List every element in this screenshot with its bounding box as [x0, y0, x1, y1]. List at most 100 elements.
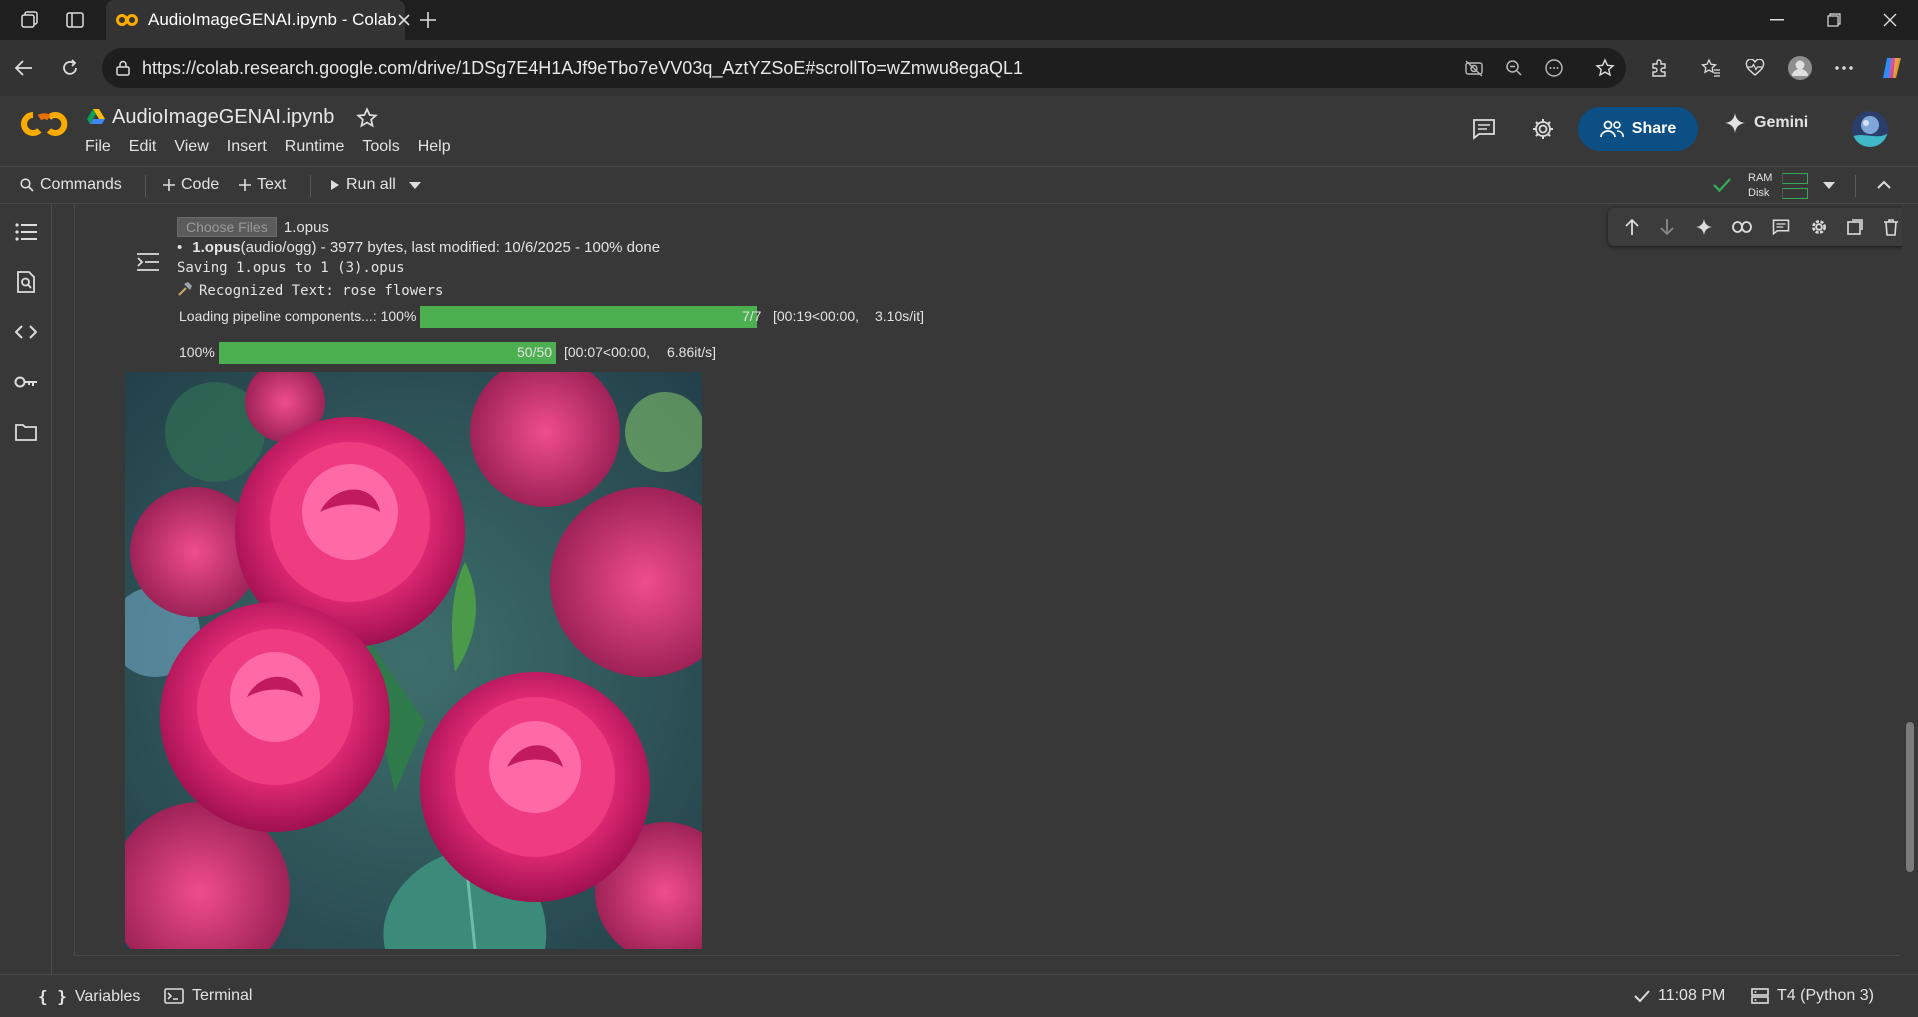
- cell-settings-gear-icon[interactable]: [1810, 218, 1828, 236]
- vertical-scrollbar[interactable]: [1902, 204, 1918, 974]
- colab-logo-icon[interactable]: [20, 109, 68, 139]
- gemini-label: Gemini: [1754, 114, 1809, 131]
- terminal-icon: [164, 988, 184, 1004]
- people-icon: [1599, 120, 1624, 138]
- close-window-icon[interactable]: [1862, 0, 1918, 40]
- output-actions-icon[interactable]: [136, 252, 160, 272]
- run-all-dropdown-icon[interactable]: [409, 182, 421, 189]
- scrollbar-thumb[interactable]: [1906, 722, 1914, 872]
- gemini-button[interactable]: Gemini: [1724, 112, 1808, 134]
- menu-view[interactable]: View: [174, 138, 217, 156]
- progress1-timing: [00:19<00:00,: [773, 308, 860, 324]
- divider: [1855, 175, 1856, 197]
- secrets-key-icon[interactable]: [12, 368, 40, 396]
- refresh-icon[interactable]: [56, 54, 84, 82]
- resources-indicator[interactable]: RAM Disk: [1748, 171, 1808, 201]
- address-bar[interactable]: https://colab.research.google.com/drive/…: [102, 48, 1626, 88]
- table-of-contents-icon[interactable]: [12, 218, 40, 246]
- extensions-icon[interactable]: [1645, 54, 1673, 82]
- menu-file[interactable]: File: [85, 138, 120, 156]
- disk-graph: [1782, 188, 1808, 199]
- settings-gear-icon[interactable]: [1531, 117, 1555, 141]
- new-tab-icon[interactable]: [413, 6, 443, 34]
- menu-tools[interactable]: Tools: [362, 138, 408, 156]
- site-info-icon[interactable]: [114, 59, 132, 77]
- back-icon[interactable]: [10, 54, 38, 82]
- favorites-icon[interactable]: [1697, 54, 1725, 82]
- settings-more-icon[interactable]: [1830, 54, 1858, 82]
- runtime-type-button[interactable]: T4 (Python 3): [1751, 987, 1874, 1005]
- uploaded-file-name: 1.opus: [192, 239, 241, 256]
- vertical-tabs-icon[interactable]: [60, 6, 90, 34]
- plus-icon: [239, 179, 251, 191]
- status-bar: { } Variables Terminal 11:08 PM T4 (Pyth…: [0, 974, 1918, 1017]
- connected-check-icon[interactable]: [1712, 177, 1732, 193]
- add-comment-icon[interactable]: [1772, 218, 1790, 236]
- add-text-button[interactable]: Text: [239, 176, 286, 194]
- browser-essentials-heart-icon[interactable]: [1741, 54, 1769, 82]
- browser-tab-active[interactable]: AudioImageGENAI.ipynb - Colab: [106, 0, 410, 40]
- ram-label: RAM: [1748, 172, 1773, 184]
- find-replace-icon[interactable]: [12, 268, 40, 296]
- add-favorite-star-icon[interactable]: [1591, 54, 1619, 82]
- files-folder-icon[interactable]: [12, 418, 40, 446]
- disk-label: Disk: [1748, 187, 1770, 199]
- terminal-button[interactable]: Terminal: [164, 987, 252, 1005]
- close-tab-icon[interactable]: [397, 13, 411, 27]
- progress2-count: 50/50: [517, 344, 553, 360]
- cell-toolbar: [1608, 208, 1918, 246]
- execution-status[interactable]: 11:08 PM: [1634, 987, 1725, 1005]
- share-label: Share: [1631, 120, 1677, 137]
- gemini-cell-sparkle-icon[interactable]: [1695, 218, 1713, 236]
- notebook-title[interactable]: AudioImageGENAI.ipynb: [112, 106, 334, 129]
- progress1-count: 7/7: [742, 308, 762, 324]
- delete-cell-trash-icon[interactable]: [1883, 218, 1899, 236]
- commands-label: Commands: [40, 176, 122, 193]
- variables-button[interactable]: { } Variables: [38, 987, 140, 1006]
- run-all-button[interactable]: Run all: [330, 176, 396, 194]
- copy-link-icon[interactable]: [1732, 221, 1753, 233]
- recognized-text-line: Recognized Text: rose flowers: [177, 281, 443, 299]
- camera-blocked-icon[interactable]: [1460, 54, 1488, 82]
- profile-avatar-icon[interactable]: [1786, 54, 1814, 82]
- copilot-icon[interactable]: [1878, 54, 1906, 82]
- comments-icon[interactable]: [1472, 118, 1496, 140]
- uploaded-file-details: (audio/ogg) - 3977 bytes, last modified:…: [240, 239, 661, 256]
- commands-button[interactable]: Commands: [20, 176, 122, 194]
- menu-help[interactable]: Help: [418, 138, 460, 156]
- check-icon: [1634, 990, 1650, 1002]
- code-snippets-icon[interactable]: [12, 318, 40, 346]
- move-cell-up-icon[interactable]: [1624, 218, 1640, 236]
- workspaces-icon[interactable]: [15, 6, 45, 34]
- colab-favicon-icon: [116, 13, 138, 27]
- resources-dropdown-icon[interactable]: [1823, 182, 1835, 189]
- restore-icon[interactable]: [1806, 0, 1862, 40]
- more-options-circle-icon[interactable]: [1540, 54, 1568, 82]
- minimize-icon[interactable]: [1749, 0, 1805, 40]
- execution-time: 11:08 PM: [1658, 987, 1726, 1004]
- generated-rose-image: [125, 372, 702, 949]
- progress1-rate: 3.10s/it]: [875, 308, 925, 324]
- runtime-server-icon: [1751, 988, 1769, 1004]
- menu-insert[interactable]: Insert: [227, 138, 276, 156]
- share-button[interactable]: Share: [1578, 107, 1698, 151]
- runtime-label: T4 (Python 3): [1777, 987, 1874, 1004]
- progress2-bar: [219, 342, 556, 364]
- menu-edit[interactable]: Edit: [129, 138, 166, 156]
- collapse-header-chevron-up-icon[interactable]: [1877, 180, 1891, 189]
- menu-runtime[interactable]: Runtime: [285, 138, 354, 156]
- ram-graph: [1782, 173, 1808, 184]
- add-code-button[interactable]: Code: [163, 176, 219, 194]
- browser-title-bar: AudioImageGENAI.ipynb - Colab: [0, 0, 1918, 40]
- zoom-out-icon[interactable]: [1500, 54, 1528, 82]
- open-in-tab-icon[interactable]: [1847, 219, 1863, 235]
- menu-bar: File Edit View Insert Runtime Tools Help: [85, 138, 469, 156]
- run-all-label: Run all: [346, 176, 396, 193]
- star-notebook-icon[interactable]: [356, 107, 378, 129]
- choose-files-button[interactable]: Choose Files: [177, 217, 277, 237]
- file-upload-widget: Choose Files 1.opus: [177, 217, 329, 237]
- plus-icon: [163, 179, 175, 191]
- user-avatar[interactable]: [1852, 111, 1888, 147]
- url-text: https://colab.research.google.com/drive/…: [142, 57, 1023, 78]
- move-cell-down-icon[interactable]: [1659, 218, 1675, 236]
